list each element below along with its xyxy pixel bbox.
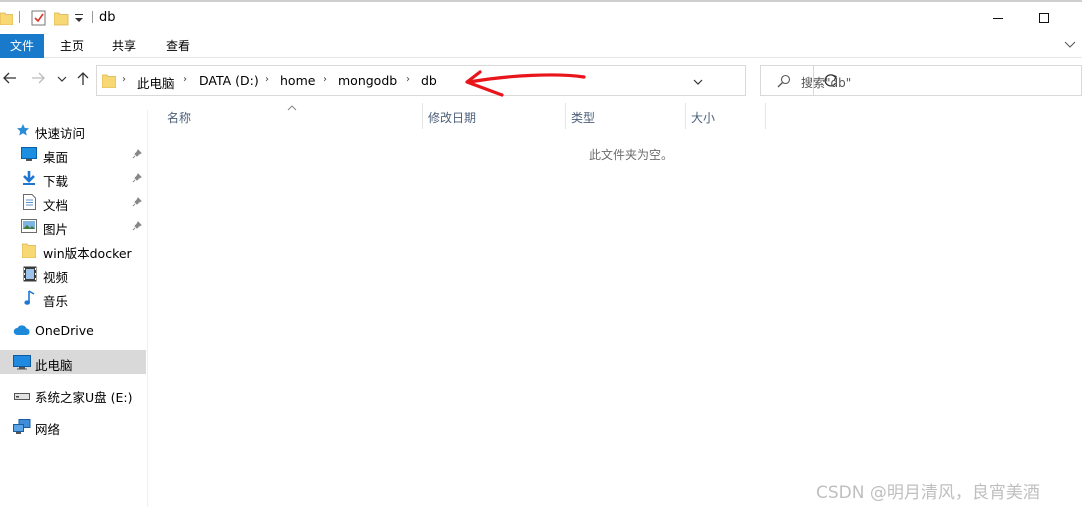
column-header-type[interactable]: 类型 xyxy=(565,103,685,129)
nav-label: 图片 xyxy=(43,222,69,237)
computer-icon xyxy=(13,355,31,373)
nav-label: OneDrive xyxy=(35,323,94,338)
toolbar-divider xyxy=(92,11,94,26)
nav-label: win版本docker xyxy=(43,246,132,261)
nav-label: 桌面 xyxy=(43,150,69,165)
back-button[interactable] xyxy=(2,70,18,89)
breadcrumb-separator: › xyxy=(183,74,187,85)
breadcrumb-home[interactable]: home xyxy=(280,73,315,88)
pin-icon[interactable] xyxy=(132,172,142,186)
pin-icon[interactable] xyxy=(132,196,142,210)
document-icon xyxy=(23,194,36,213)
minimize-button[interactable] xyxy=(975,4,1021,32)
folder-icon xyxy=(0,10,14,28)
network-icon xyxy=(13,419,31,438)
column-header-size[interactable]: 大小 xyxy=(685,103,765,129)
nav-label: 此电脑 xyxy=(35,358,73,373)
column-header-name[interactable]: 名称 xyxy=(161,103,422,129)
column-header-label: 修改日期 xyxy=(428,111,477,125)
folder-icon xyxy=(21,242,37,261)
breadcrumb-separator: › xyxy=(406,74,410,85)
pin-icon[interactable] xyxy=(132,220,142,234)
breadcrumb-db[interactable]: db xyxy=(421,73,437,88)
nav-label: 网络 xyxy=(35,422,61,437)
address-bar[interactable]: › 此电脑 › DATA (D:) › home › mongodb › db xyxy=(96,65,837,96)
address-history-button[interactable] xyxy=(693,76,703,90)
nav-music[interactable]: 音乐 xyxy=(0,286,146,310)
breadcrumb-separator: › xyxy=(265,74,269,85)
nav-onedrive[interactable]: OneDrive xyxy=(0,318,146,342)
pin-icon[interactable] xyxy=(132,148,142,162)
customize-toolbar-icon[interactable] xyxy=(74,12,84,27)
breadcrumb-separator: › xyxy=(122,74,126,85)
search-icon xyxy=(777,74,791,91)
navigation-pane: 快速访问 桌面 下载 文档 图片 win版本docker 视频 音乐 OneDr… xyxy=(0,110,148,507)
breadcrumb-this-pc[interactable]: 此电脑 xyxy=(137,73,175,92)
column-header-label: 类型 xyxy=(571,111,596,125)
window-title: db xyxy=(99,10,116,25)
breadcrumb-mongodb[interactable]: mongodb xyxy=(338,73,397,88)
toolbar-divider xyxy=(19,11,21,26)
nav-quick-access[interactable]: 快速访问 xyxy=(0,118,146,142)
search-box[interactable]: 搜索"db" xyxy=(760,65,1082,96)
folder-icon xyxy=(101,72,117,91)
chevron-down-icon[interactable] xyxy=(1064,38,1076,52)
breadcrumb-data-drive[interactable]: DATA (D:) xyxy=(199,73,259,88)
nav-pictures[interactable]: 图片 xyxy=(0,214,146,238)
video-icon xyxy=(23,266,37,285)
column-divider[interactable] xyxy=(765,103,766,129)
cloud-icon xyxy=(13,324,31,339)
tab-share[interactable]: 共享 xyxy=(104,34,144,58)
nav-network[interactable]: 网络 xyxy=(0,414,146,438)
nav-label: 下载 xyxy=(43,174,69,189)
title-bar: db xyxy=(0,2,1082,32)
recent-locations-button[interactable] xyxy=(57,73,67,87)
nav-label: 文档 xyxy=(43,198,69,213)
breadcrumb-separator: › xyxy=(323,74,327,85)
drive-icon xyxy=(14,390,30,404)
annotation-arrow xyxy=(465,70,586,97)
nav-usb-drive[interactable]: 系统之家U盘 (E:) xyxy=(0,382,146,406)
search-placeholder: 搜索"db" xyxy=(801,76,852,90)
column-header-date-modified[interactable]: 修改日期 xyxy=(422,103,565,129)
column-header-label: 名称 xyxy=(167,111,192,125)
properties-icon[interactable] xyxy=(31,10,46,29)
nav-label: 音乐 xyxy=(43,294,69,309)
nav-downloads[interactable]: 下载 xyxy=(0,166,146,190)
desktop-icon xyxy=(21,147,37,164)
nav-videos[interactable]: 视频 xyxy=(0,262,146,286)
ribbon-tabs: 文件 主页 共享 查看 xyxy=(0,32,1082,58)
new-folder-icon[interactable] xyxy=(53,10,69,29)
tab-file[interactable]: 文件 xyxy=(0,34,44,58)
nav-this-pc[interactable]: 此电脑 xyxy=(0,350,146,374)
download-icon xyxy=(21,170,37,189)
tab-home[interactable]: 主页 xyxy=(52,34,92,58)
column-header-label: 大小 xyxy=(691,111,716,125)
nav-win-docker[interactable]: win版本docker xyxy=(0,238,146,262)
empty-folder-message: 此文件夹为空。 xyxy=(589,148,674,162)
nav-label: 快速访问 xyxy=(35,126,86,141)
watermark: CSDN @明月清风，良宵美酒 xyxy=(816,483,1040,503)
forward-button[interactable] xyxy=(30,70,46,89)
nav-desktop[interactable]: 桌面 xyxy=(0,142,146,166)
nav-label: 视频 xyxy=(43,270,69,285)
picture-icon xyxy=(21,219,37,236)
maximize-button[interactable] xyxy=(1021,4,1067,32)
nav-label: 系统之家U盘 (E:) xyxy=(35,390,133,405)
star-icon xyxy=(16,123,30,140)
music-icon xyxy=(24,290,36,309)
nav-documents[interactable]: 文档 xyxy=(0,190,146,214)
tab-view[interactable]: 查看 xyxy=(158,34,198,58)
up-button[interactable] xyxy=(76,70,90,89)
